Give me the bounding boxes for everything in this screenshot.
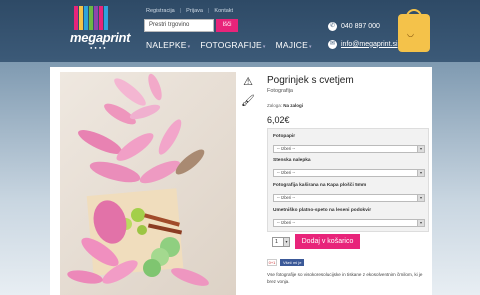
cart-icon: ◡ — [407, 29, 414, 38]
product-category[interactable]: Fotografija — [267, 88, 293, 94]
product-description: Vse fotografije so visokoresolucijske in… — [267, 272, 423, 284]
link-registracija[interactable]: Registracija — [146, 8, 175, 14]
warning-icon[interactable]: ⚠ — [241, 75, 255, 89]
select-value: -- Izberi -- — [277, 170, 296, 175]
option-label: Umetniško platno-speto na leseni podokvi… — [273, 208, 372, 213]
logo[interactable]: megaprint ●●●● — [70, 6, 134, 50]
flower-photo — [67, 73, 209, 286]
option-label: Fotopapir — [273, 134, 296, 139]
stock-label: Zaloga: — [267, 103, 283, 108]
nav-item-fotografije[interactable]: FOTOGRAFIJE▾ — [200, 40, 265, 50]
nav-item-nalepke[interactable]: NALEPKE▾ — [146, 40, 190, 50]
nav-label: NALEPKE — [146, 40, 187, 50]
product-price: 6,02€ — [267, 115, 290, 125]
select-value: -- Izberi -- — [277, 195, 296, 200]
select-value: -- Izberi -- — [277, 146, 296, 151]
chevron-down-icon[interactable]: ▾ — [283, 238, 289, 246]
email-address[interactable]: info@megaprint.si — [341, 41, 398, 48]
stock-status: Zaloga: Na zalogi — [267, 103, 303, 108]
link-kontakt[interactable]: Kontakt — [214, 8, 233, 14]
option-label: Fotografija kaširana na Kapa plošči 5mm — [273, 183, 367, 188]
nav-item-majice[interactable]: MAJICE▾ — [276, 40, 312, 50]
chevron-down-icon: ▾ — [417, 146, 424, 152]
search-input[interactable]: Prestri trgovino — [144, 19, 214, 32]
brush-icon[interactable]: 🖌 — [241, 94, 255, 108]
select-value: -- Izberi -- — [277, 220, 296, 225]
quantity-value: 1 — [275, 239, 279, 245]
chevron-down-icon: ▾ — [417, 170, 424, 176]
facebook-like-button[interactable]: Všeč mi je — [280, 259, 305, 266]
chevron-down-icon: ▾ — [308, 44, 312, 50]
product-image[interactable] — [60, 72, 236, 295]
product-title: Pogrinjek s cvetjem — [267, 75, 354, 86]
contact-phone: ✆ 040 897 000 — [328, 19, 398, 33]
search-button[interactable]: Išči — [216, 19, 238, 32]
option-select-stenska-nalepka[interactable]: -- Izberi -- ▾ — [273, 169, 425, 177]
main-nav: NALEPKE▾ FOTOGRAFIJE▾ MAJICE▾ — [146, 40, 312, 50]
stock-value: Na zalogi — [283, 103, 304, 108]
chevron-down-icon: ▾ — [417, 195, 424, 201]
mail-icon: ✉ — [328, 39, 337, 49]
nav-label: FOTOGRAFIJE — [200, 40, 262, 50]
logo-dots: ●●●● — [90, 45, 108, 50]
link-separator: | — [207, 8, 210, 14]
option-select-platno[interactable]: -- Izberi -- ▾ — [273, 219, 425, 227]
social-buttons: 0+1 Všeč mi je — [267, 259, 305, 266]
chevron-down-icon: ▾ — [187, 44, 191, 50]
chevron-down-icon: ▾ — [417, 220, 424, 226]
chevron-down-icon: ▾ — [262, 44, 266, 50]
bag-handle — [406, 9, 422, 19]
add-to-cart-button[interactable]: Dodaj v košarico — [295, 234, 360, 249]
gplus-button[interactable]: 0+1 — [267, 259, 277, 266]
quantity-stepper[interactable]: 1 ▾ — [272, 237, 290, 247]
phone-number[interactable]: 040 897 000 — [341, 23, 380, 30]
link-prijava[interactable]: Prijava — [186, 8, 203, 14]
contact-info: ✆ 040 897 000 ✉ info@megaprint.si — [328, 19, 398, 51]
phone-icon: ✆ — [328, 21, 337, 31]
contact-email: ✉ info@megaprint.si — [328, 37, 398, 51]
option-label: Stenska nalepka — [273, 158, 311, 163]
product-options: Fotopapir -- Izberi -- ▾ Stenska nalepka… — [267, 128, 429, 232]
cart-button[interactable]: ◡ — [398, 9, 430, 52]
option-select-fotopapir[interactable]: -- Izberi -- ▾ — [273, 145, 425, 153]
top-links: Registracija | Prijava | Kontakt — [146, 8, 233, 14]
logo-stripes — [74, 6, 108, 30]
nav-label: MAJICE — [275, 40, 308, 50]
logo-text: megaprint — [70, 30, 131, 45]
option-select-kapa-plosca[interactable]: -- Izberi -- ▾ — [273, 194, 425, 202]
link-separator: | — [179, 8, 182, 14]
